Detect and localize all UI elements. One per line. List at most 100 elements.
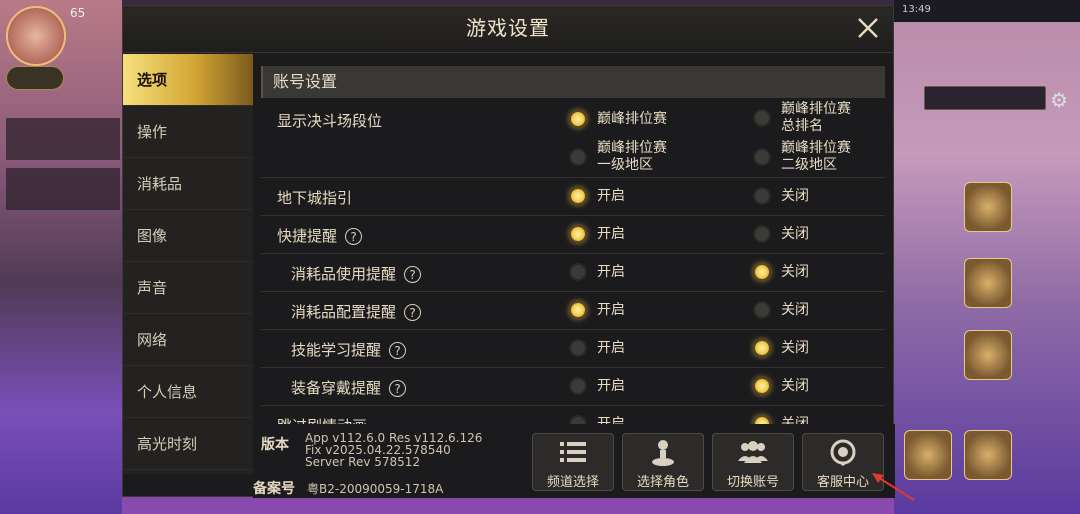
bg-button [6, 66, 64, 90]
clock-text: 13:49 [902, 4, 931, 15]
list-icon [533, 439, 613, 467]
setting-label: 装备穿戴提醒? [291, 377, 407, 398]
setting-row-skill-learn: 技能学习提醒? 开启 关闭 [261, 330, 885, 368]
radio-off[interactable]: 关闭 [753, 301, 809, 319]
settings-footer: 版本 App v112.6.0 Res v112.6.126 Fix v2025… [253, 424, 895, 498]
status-bar: 13:49 [894, 0, 1080, 22]
event-icon [964, 258, 1012, 308]
radio-unselected [569, 377, 587, 395]
setting-label-text: 消耗品使用提醒 [291, 265, 397, 283]
player-level: 65 [70, 6, 86, 20]
setting-label: 快捷提醒? [277, 225, 363, 246]
sidebar-item-controls[interactable]: 操作 [123, 106, 253, 158]
chat-panel [6, 118, 120, 160]
event-icon [964, 182, 1012, 232]
settings-content[interactable]: 账号设置 显示决斗场段位 巅峰排位赛 巅峰排位赛 总排名 巅峰排位赛 一级地区 [261, 66, 885, 424]
game-background-right: 13:49 ⚙ [894, 0, 1080, 514]
radio-unselected [569, 148, 587, 166]
setting-label: 跳过剧情动画 [277, 415, 367, 424]
sidebar-item-sound[interactable]: 声音 [123, 262, 253, 314]
setting-label: 消耗品配置提醒? [291, 301, 422, 322]
radio-selected [569, 301, 587, 319]
radio-selected [569, 110, 587, 128]
event-icon [964, 330, 1012, 380]
setting-row-dungeon-guide: 地下城指引 开启 关闭 [261, 178, 885, 216]
radio-on[interactable]: 开启 [569, 339, 625, 357]
section-header-account: 账号设置 [261, 66, 885, 98]
help-icon[interactable]: ? [389, 380, 407, 397]
version-line: Server Rev 578512 [305, 455, 421, 469]
select-character-button[interactable]: 选择角色 [622, 433, 704, 491]
setting-row-consumable-use: 消耗品使用提醒? 开启 关闭 [261, 254, 885, 292]
player-avatar [6, 6, 66, 66]
radio-unselected [753, 187, 771, 205]
setting-label-text: 消耗品配置提醒 [291, 303, 397, 321]
radio-selected [753, 415, 771, 424]
radio-selected [753, 339, 771, 357]
radio-off[interactable]: 关闭 [753, 339, 809, 357]
sidebar-item-personal-info[interactable]: 个人信息 [123, 366, 253, 418]
switch-account-button[interactable]: 切换账号 [712, 433, 794, 491]
setting-row-quick-tip: 快捷提醒? 开启 关闭 [261, 216, 885, 254]
help-icon[interactable]: ? [404, 304, 422, 321]
radio-unselected [753, 225, 771, 243]
radio-selected [569, 187, 587, 205]
radio-unselected [753, 148, 771, 166]
radio-on[interactable]: 开启 [569, 225, 625, 243]
help-icon[interactable]: ? [345, 228, 363, 245]
gear-icon: ⚙ [1050, 88, 1068, 112]
setting-row-skip-story: 跳过剧情动画 开启 关闭 [261, 406, 885, 424]
setting-label: 技能学习提醒? [291, 339, 407, 360]
icp-number: 粤B2-20090059-1718A [307, 482, 444, 496]
radio-off[interactable]: 关闭 [753, 377, 809, 395]
dialog-header: 游戏设置 [123, 6, 893, 53]
button-label: 切换账号 [726, 475, 779, 490]
radio-off[interactable]: 关闭 [753, 225, 809, 243]
radio-off[interactable]: 关闭 [753, 187, 809, 205]
radio-option-peak-total-rank[interactable]: 巅峰排位赛 总排名 [753, 101, 851, 135]
radio-on[interactable]: 开启 [569, 301, 625, 319]
sidebar-item-options[interactable]: 选项 [123, 54, 253, 106]
chat-panel [6, 168, 120, 210]
annotation-arrow-icon [872, 473, 915, 501]
setting-row-consumable-config: 消耗品配置提醒? 开启 关闭 [261, 292, 885, 330]
setting-row-arena-rank: 显示决斗场段位 巅峰排位赛 巅峰排位赛 总排名 巅峰排位赛 一级地区 巅峰排位赛… [261, 98, 885, 178]
radio-unselected [569, 263, 587, 281]
sidebar-item-network[interactable]: 网络 [123, 314, 253, 366]
sidebar-item-graphics[interactable]: 图像 [123, 210, 253, 262]
sidebar-item-highlights[interactable]: 高光时刻 [123, 418, 253, 470]
radio-unselected [753, 109, 771, 127]
radio-option-peak-region1[interactable]: 巅峰排位赛 一级地区 [569, 140, 667, 174]
map-label [924, 86, 1046, 110]
setting-label-text: 装备穿戴提醒 [291, 379, 382, 397]
radio-unselected [753, 301, 771, 319]
radio-on[interactable]: 开启 [569, 263, 625, 281]
button-label: 频道选择 [546, 475, 599, 490]
event-icon [964, 430, 1012, 480]
radio-selected [753, 263, 771, 281]
radio-option-peak-region2[interactable]: 巅峰排位赛 二级地区 [753, 140, 851, 174]
radio-unselected [569, 415, 587, 424]
game-settings-dialog: 游戏设置 选项 操作 消耗品 图像 声音 网络 个人信息 高光时刻 账号设置 显… [122, 5, 895, 498]
radio-on[interactable]: 开启 [569, 415, 625, 424]
radio-on[interactable]: 开启 [569, 377, 625, 395]
version-info: App v112.6.0 Res v112.6.126 Fix v2025.04… [305, 432, 482, 468]
channel-select-button[interactable]: 频道选择 [532, 433, 614, 491]
sidebar-item-consumables[interactable]: 消耗品 [123, 158, 253, 210]
help-icon[interactable]: ? [389, 342, 407, 359]
radio-on[interactable]: 开启 [569, 187, 625, 205]
version-label: 版本 [261, 437, 289, 453]
radio-off[interactable]: 关闭 [753, 263, 809, 281]
radio-off[interactable]: 关闭 [753, 415, 809, 424]
radio-selected [569, 225, 587, 243]
setting-label: 地下城指引 [277, 189, 353, 207]
users-icon [713, 439, 793, 467]
close-button[interactable] [853, 13, 883, 43]
radio-selected [753, 377, 771, 395]
help-icon[interactable]: ? [404, 266, 422, 283]
close-icon [858, 18, 878, 38]
game-background-left: 65 [0, 0, 122, 514]
button-label: 选择角色 [636, 475, 689, 490]
radio-option-peak-rank[interactable]: 巅峰排位赛 [569, 110, 667, 128]
setting-row-equip-wear: 装备穿戴提醒? 开启 关闭 [261, 368, 885, 406]
